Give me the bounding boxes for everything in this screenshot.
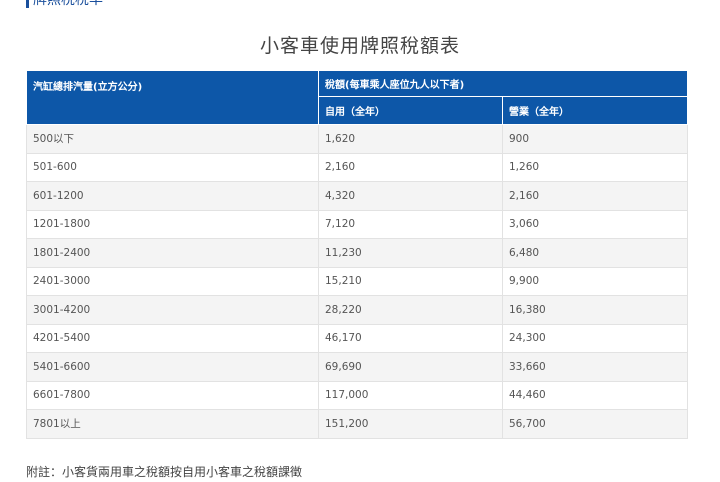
table-row: 501-600 2,160 1,260 <box>26 152 689 182</box>
cell-displacement: 6601-7800 <box>26 380 319 410</box>
table-row: 500以下 1,620 900 <box>26 124 689 154</box>
cell-displacement: 7801以上 <box>26 409 319 439</box>
cell-displacement: 4201-5400 <box>26 323 319 353</box>
cell-displacement: 1801-2400 <box>26 238 319 268</box>
cell-commercial-tax: 900 <box>501 124 689 154</box>
cell-commercial-tax: 56,700 <box>501 409 689 439</box>
cell-private-tax: 69,690 <box>318 352 503 382</box>
cell-private-tax: 11,230 <box>318 238 503 268</box>
cell-private-tax: 2,160 <box>318 152 503 182</box>
cell-private-tax: 4,320 <box>318 181 503 211</box>
license-tax-table: 汽缸總排汽量(立方公分) 稅額(每車乘人座位九人以下者) 自用（全年） 營業（全… <box>26 70 689 439</box>
cell-private-tax: 15,210 <box>318 266 503 296</box>
cell-private-tax: 1,620 <box>318 124 503 154</box>
cell-commercial-tax: 2,160 <box>501 181 689 211</box>
table-row: 4201-5400 46,170 24,300 <box>26 323 689 353</box>
table-row: 5401-6600 69,690 33,660 <box>26 352 689 382</box>
cell-displacement: 500以下 <box>26 124 319 154</box>
cell-displacement: 2401-3000 <box>26 266 319 296</box>
cell-commercial-tax: 24,300 <box>501 323 689 353</box>
table-row: 1801-2400 11,230 6,480 <box>26 238 689 268</box>
cell-displacement: 501-600 <box>26 152 319 182</box>
table-row: 2401-3000 15,210 9,900 <box>26 266 689 296</box>
cell-private-tax: 46,170 <box>318 323 503 353</box>
cell-private-tax: 117,000 <box>318 380 503 410</box>
header-displacement: 汽缸總排汽量(立方公分) <box>26 70 319 125</box>
table-header: 汽缸總排汽量(立方公分) 稅額(每車乘人座位九人以下者) 自用（全年） 營業（全… <box>26 70 689 125</box>
cell-private-tax: 28,220 <box>318 295 503 325</box>
heading-accent-bar <box>26 0 29 8</box>
header-private: 自用（全年） <box>318 96 503 125</box>
table-row: 1201-1800 7,120 3,060 <box>26 209 689 239</box>
cell-commercial-tax: 3,060 <box>501 209 689 239</box>
header-commercial: 營業（全年） <box>501 96 689 125</box>
footnote: 附註：小客貨兩用車之稅額按自用小客車之稅額課徵 <box>26 465 303 479</box>
section-heading: 牌照稅稅率 <box>26 0 103 9</box>
table-row: 601-1200 4,320 2,160 <box>26 181 689 211</box>
cell-displacement: 5401-6600 <box>26 352 319 382</box>
cell-commercial-tax: 9,900 <box>501 266 689 296</box>
cell-private-tax: 7,120 <box>318 209 503 239</box>
cell-displacement: 3001-4200 <box>26 295 319 325</box>
table-row: 7801以上 151,200 56,700 <box>26 409 689 439</box>
cell-private-tax: 151,200 <box>318 409 503 439</box>
section-heading-text: 牌照稅稅率 <box>33 0 103 8</box>
table-row: 3001-4200 28,220 16,380 <box>26 295 689 325</box>
cell-displacement: 601-1200 <box>26 181 319 211</box>
cell-commercial-tax: 6,480 <box>501 238 689 268</box>
table-body: 500以下 1,620 900 501-600 2,160 1,260 601-1200 4,… <box>26 124 689 439</box>
header-tax-group: 稅額(每車乘人座位九人以下者) <box>317 70 689 97</box>
cell-commercial-tax: 33,660 <box>501 352 689 382</box>
page-title: 小客車使用牌照稅額表 <box>259 35 460 57</box>
cell-commercial-tax: 1,260 <box>501 152 689 182</box>
cell-commercial-tax: 44,460 <box>501 380 689 410</box>
table-row: 6601-7800 117,000 44,460 <box>26 380 689 410</box>
cell-displacement: 1201-1800 <box>26 209 319 239</box>
cell-commercial-tax: 16,380 <box>501 295 689 325</box>
